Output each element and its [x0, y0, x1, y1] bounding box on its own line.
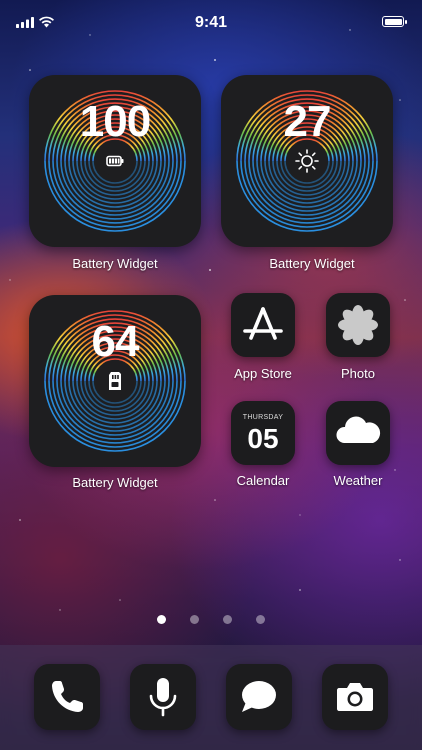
weather-app[interactable] — [326, 401, 390, 465]
battery-widget-value: 27 — [283, 97, 332, 146]
page-dot[interactable] — [223, 615, 232, 624]
calendar-label: Calendar — [236, 473, 290, 488]
app-store-app[interactable] — [231, 293, 295, 357]
voice-memo-app[interactable] — [130, 664, 196, 730]
dock — [0, 645, 422, 750]
page-dot[interactable] — [157, 615, 166, 624]
calendar-date: 05 — [247, 423, 279, 454]
battery-icon — [382, 16, 407, 27]
battery-widget-value: 64 — [91, 317, 140, 366]
app-store-icon — [243, 307, 283, 340]
cloud-icon — [336, 416, 381, 443]
photo-label: Photo — [341, 366, 375, 381]
photo-flower-icon — [338, 305, 378, 345]
brightness-sun-icon — [292, 146, 322, 176]
camera-app[interactable] — [322, 664, 388, 730]
battery-widget-label: Battery Widget — [72, 256, 158, 271]
battery-widget-value: 100 — [79, 97, 151, 146]
microphone-icon — [149, 678, 177, 717]
status-bar: 9:41 — [0, 0, 422, 44]
page-dot[interactable] — [256, 615, 265, 624]
photo-app[interactable] — [326, 293, 390, 357]
calendar-app[interactable]: THURSDAY 05 — [231, 401, 295, 465]
camera-icon — [337, 683, 373, 711]
calendar-weekday: THURSDAY — [242, 414, 284, 421]
battery-widget-label: Battery Widget — [269, 256, 355, 271]
battery-widget-3[interactable]: 64 — [29, 295, 201, 467]
phone-app[interactable] — [34, 664, 100, 730]
message-bubble-icon — [242, 681, 276, 712]
battery-widget-1[interactable]: 100 — [29, 75, 201, 247]
sd-card-icon — [100, 366, 130, 396]
phone-icon — [52, 681, 83, 712]
battery-widget-label: Battery Widget — [72, 475, 158, 490]
page-indicator[interactable] — [0, 615, 422, 627]
battery-widget-2[interactable]: 27 — [221, 75, 393, 247]
battery-full-icon — [100, 146, 130, 176]
status-time: 9:41 — [194, 14, 228, 31]
app-store-label: App Store — [234, 366, 292, 381]
page-dot[interactable] — [190, 615, 199, 624]
weather-label: Weather — [333, 473, 383, 488]
messages-app[interactable] — [226, 664, 292, 730]
